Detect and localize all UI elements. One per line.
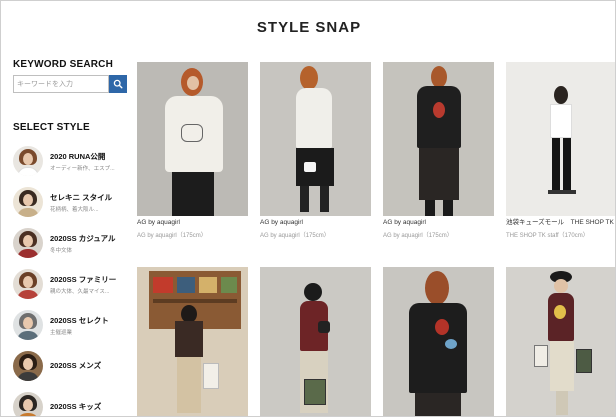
style-desc: 親の大体、久最マイス... (50, 288, 110, 295)
search-icon (113, 79, 123, 89)
snap-model: AG by aquagirl（175cm） (383, 233, 453, 239)
snap-brand: AG by aquagirl (260, 219, 303, 226)
style-desc: 冬中文体 (50, 247, 73, 254)
style-name: 2020 RUNA公開 (50, 151, 106, 161)
snap-brand: 池袋キューズモール THE SHOP TK (506, 219, 614, 226)
style-desc: 花柄柄、着大阪ル... (50, 206, 99, 213)
snap-brand: AG by aquagirl (383, 219, 426, 226)
snap-photo (383, 267, 494, 416)
snap-photo (383, 62, 494, 216)
avatar (13, 310, 43, 340)
snap-card[interactable] (506, 267, 615, 416)
snap-photo (506, 62, 615, 216)
style-name: セレキニ スタイル (50, 192, 113, 202)
style-item-2020ss-mens[interactable]: 2020SS メンズ (13, 347, 131, 385)
snap-card[interactable]: AG by aquagirl AG by aquagirl（175cm） (383, 62, 494, 239)
page-frame: STYLE SNAP KEYWORD SEARCH SELECT STYLE 2… (0, 0, 616, 417)
avatar (13, 269, 43, 299)
style-item-2020ss-casual[interactable]: 2020SS カジュアル 冬中文体 (13, 224, 131, 262)
snap-photo (137, 62, 248, 216)
search-button[interactable] (109, 75, 127, 93)
style-item-selekini[interactable]: セレキニ スタイル 花柄柄、着大阪ル... (13, 183, 131, 221)
snap-card[interactable]: AG by aquagirl AG by aquagirl（175cm） (137, 62, 248, 239)
style-desc: 主催巡業 (50, 329, 73, 336)
avatar (13, 228, 43, 258)
snap-brand: AG by aquagirl (137, 219, 180, 226)
style-name: 2020SS ファミリー (50, 274, 117, 284)
keyword-search-title: KEYWORD SEARCH (13, 59, 114, 70)
style-item-2020ss-kids[interactable]: 2020SS キッズ (13, 388, 131, 416)
avatar (13, 187, 43, 217)
snap-card[interactable] (383, 267, 494, 416)
snap-photo (260, 62, 371, 216)
snap-model: AG by aquagirl（175cm） (137, 233, 207, 239)
style-list: 2020 RUNA公開 オーディー新作、エスプ... セレキニ スタイル 花柄柄… (13, 142, 131, 416)
avatar (13, 146, 43, 176)
style-name: 2020SS キッズ (50, 401, 102, 411)
snap-photo (260, 267, 371, 416)
style-item-2020ss-select[interactable]: 2020SS セレクト 主催巡業 (13, 306, 131, 344)
snap-photo (506, 267, 615, 416)
snap-card[interactable]: AG by aquagirl AG by aquagirl（175cm） (260, 62, 371, 239)
search-row (13, 75, 131, 93)
style-item-2020ss-family[interactable]: 2020SS ファミリー 親の大体、久最マイス... (13, 265, 131, 303)
snap-card[interactable] (137, 267, 248, 416)
select-style-title: SELECT STYLE (13, 122, 90, 133)
sidebar: KEYWORD SEARCH SELECT STYLE 2020 RUNA公開 … (13, 59, 131, 416)
search-input[interactable] (13, 75, 109, 93)
style-name: 2020SS カジュアル (50, 233, 116, 243)
avatar (13, 351, 43, 381)
avatar (13, 392, 43, 416)
style-name: 2020SS メンズ (50, 360, 102, 370)
snap-model: AG by aquagirl（175cm） (260, 233, 330, 239)
style-name: 2020SS セレクト (50, 315, 109, 325)
style-desc: オーディー新作、エスプ... (50, 165, 115, 172)
snap-photo (137, 267, 248, 416)
snap-model: THE SHOP TK staff（170cm） (506, 233, 589, 239)
snap-card[interactable] (260, 267, 371, 416)
style-item-2020-runa[interactable]: 2020 RUNA公開 オーディー新作、エスプ... (13, 142, 131, 180)
snap-card[interactable]: 池袋キューズモール THE SHOP TK THE SHOP TK staff（… (506, 62, 615, 239)
page-title: STYLE SNAP (256, 19, 362, 36)
